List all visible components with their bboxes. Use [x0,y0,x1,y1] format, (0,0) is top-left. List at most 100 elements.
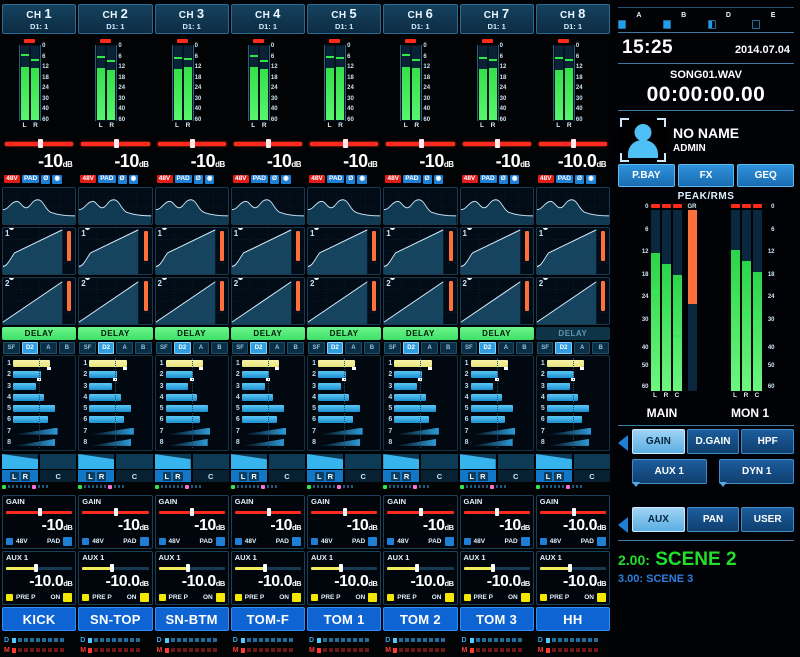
eq-curve[interactable] [230,187,305,225]
dynamics-1[interactable]: 1 [535,227,610,275]
aux-send-line[interactable]: 4 [384,393,454,402]
aux-send-line[interactable]: 6 [384,415,454,424]
fader-knob[interactable] [342,139,348,148]
channel-name-plate[interactable]: TOM 2 [383,607,458,631]
dynamics-2[interactable]: 2 [154,277,229,325]
aux-slider[interactable] [463,564,530,573]
delay-button[interactable]: DELAY [2,327,77,340]
channel-name-plate[interactable]: SN-BTM [154,607,229,631]
dynamics-1[interactable]: 1 [2,227,77,275]
send-select-button[interactable]: B [58,341,76,354]
gain-slider[interactable] [311,508,378,517]
aux-send-line[interactable]: 8 [79,438,149,447]
eq-curve[interactable] [383,187,458,225]
control-button[interactable]: PAN [686,507,740,532]
delay-button[interactable]: DELAY [230,327,305,340]
phantom-pill[interactable]: 48V [461,174,478,184]
aux-send-line[interactable]: 3 [3,382,73,391]
insert-icon[interactable]: ◉ [357,174,367,184]
phantom-pill[interactable]: 48V [232,174,249,184]
pad-pill[interactable]: PAD [479,174,497,184]
pan-graph[interactable] [459,454,534,469]
insert-icon[interactable]: ◉ [52,174,62,184]
phantom-pill[interactable]: 48V [4,174,20,184]
channel-name-plate[interactable]: TOM-F [230,607,305,631]
channel-fader[interactable] [383,138,457,149]
phantom-indicator[interactable] [463,537,471,545]
dynamics-2[interactable]: 2 [383,277,458,325]
send-select-button[interactable]: A [192,341,210,354]
control-button[interactable]: AUX [632,507,685,532]
left-arrow-icon-bottom[interactable] [618,517,628,533]
dynamics-2[interactable]: 2 [535,277,610,325]
aux-send-line[interactable]: 7 [537,427,607,436]
aux-send-line[interactable]: 5 [308,404,378,413]
fader-knob[interactable] [113,139,119,148]
aux-send-line[interactable]: 4 [156,393,226,402]
dynamics-1[interactable]: 1 [154,227,229,275]
pan-lr-button[interactable]: LR [535,470,572,482]
channel-fader[interactable] [2,138,76,149]
channel-name-plate[interactable]: HH [535,607,610,631]
aux-send-line[interactable]: 1 [384,359,454,371]
phantom-indicator[interactable] [234,537,242,545]
gain-slider[interactable] [158,508,225,517]
channel-header[interactable]: CH 7 D1: 1 [459,4,534,34]
pan-graph[interactable] [230,454,305,469]
pad-indicator[interactable] [368,536,378,546]
pan-c-button[interactable]: C [573,470,610,482]
aux-send-line[interactable]: 3 [537,382,607,391]
gain-slider[interactable] [539,508,606,517]
on-indicator[interactable] [597,592,606,602]
aux-send-line[interactable]: 6 [461,415,531,424]
channel-header[interactable]: CH 3 D1: 1 [154,4,229,34]
aux-slider[interactable] [539,564,606,573]
phantom-pill[interactable]: 48V [156,174,173,184]
pan-lr-button[interactable]: LR [459,470,496,482]
aux-send-line[interactable]: 2 [537,370,607,382]
on-indicator[interactable] [444,592,454,602]
control-button[interactable]: GAIN [632,429,685,454]
send-select-button[interactable]: SF [231,341,249,354]
phantom-indicator[interactable] [387,537,395,545]
send-select-button[interactable]: B [287,341,304,354]
fader-knob[interactable] [266,139,272,148]
aux-send-line[interactable]: 7 [232,427,302,436]
aux-send-line[interactable]: 5 [232,404,302,413]
pre-indicator[interactable] [158,593,166,601]
polarity-icon[interactable]: Ø [193,174,203,184]
pan-graph[interactable] [2,454,77,469]
pan-graph[interactable] [154,454,229,469]
dynamics-2[interactable]: 2 [230,277,305,325]
gain-slider[interactable] [6,508,73,517]
aux-send-line[interactable]: 3 [232,382,302,391]
aux-send-line[interactable]: 5 [3,404,73,413]
insert-icon[interactable]: ◉ [509,174,520,184]
aux-send-line[interactable]: 2 [308,370,378,382]
aux-slider[interactable] [82,564,149,573]
channel-fader[interactable] [536,138,610,149]
fader-knob[interactable] [190,139,196,148]
channel-fader[interactable] [155,138,229,149]
aux-slider[interactable] [311,564,378,573]
aux-send-line[interactable]: 2 [461,370,531,382]
channel-header[interactable]: CH 8 D1: 1 [535,4,610,34]
aux-send-line[interactable]: 1 [308,359,378,371]
aux-send-line[interactable]: 3 [79,382,149,391]
channel-name-plate[interactable]: TOM 3 [459,607,534,631]
polarity-icon[interactable]: Ø [346,174,356,184]
aux-send-line[interactable]: 7 [79,427,149,436]
dynamics-1[interactable]: 1 [307,227,382,275]
insert-icon[interactable]: ◉ [204,174,215,184]
pan-c-button[interactable]: C [116,470,153,482]
pad-indicator[interactable] [520,536,530,546]
pad-indicator[interactable] [139,536,149,546]
eq-curve[interactable] [459,187,534,225]
dynamics-2[interactable]: 2 [459,277,534,325]
send-select-button[interactable]: B [363,341,381,354]
pan-graph[interactable] [383,454,458,469]
channel-name-plate[interactable]: SN-TOP [78,607,153,631]
aux-send-line[interactable]: 8 [384,438,454,447]
pad-pill[interactable]: PAD [250,174,268,184]
polarity-icon[interactable]: Ø [270,174,280,184]
